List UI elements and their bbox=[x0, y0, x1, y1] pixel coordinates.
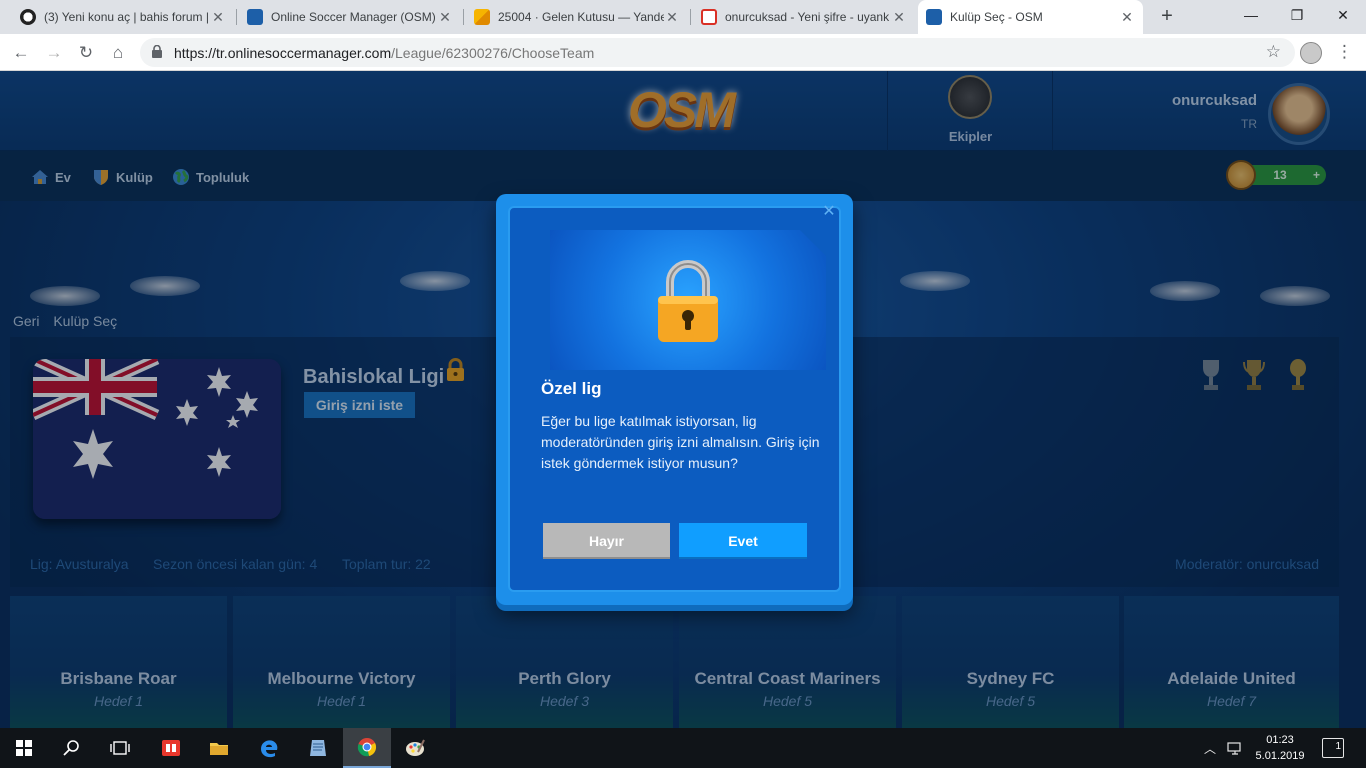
home-icon[interactable]: ⌂ bbox=[106, 41, 130, 65]
search-icon bbox=[63, 740, 79, 756]
back-arrow-icon[interactable]: ← bbox=[9, 41, 33, 65]
close-tab-icon[interactable]: ✕ bbox=[437, 9, 453, 26]
network-icon[interactable] bbox=[1226, 740, 1244, 756]
maximize-icon[interactable]: ❐ bbox=[1274, 0, 1320, 34]
tab-separator bbox=[236, 9, 237, 25]
browser-tab[interactable]: 25004 · Gelen Kutusu — Yande ✕ bbox=[466, 0, 688, 34]
yes-button[interactable]: Evet bbox=[679, 523, 807, 559]
close-tab-icon[interactable]: ✕ bbox=[1119, 9, 1135, 26]
tab-separator bbox=[690, 9, 691, 25]
browser-tab[interactable]: Online Soccer Manager (OSM) ✕ bbox=[239, 0, 461, 34]
modal-message: Eğer bu lige katılmak istiyorsan, lig mo… bbox=[541, 413, 820, 471]
close-tab-icon[interactable]: ✕ bbox=[664, 9, 680, 26]
soccer-ball-icon bbox=[20, 9, 36, 25]
browser-tab[interactable]: onurcuksad - Yeni şifre - uyank ✕ bbox=[693, 0, 915, 34]
taskbar-app[interactable] bbox=[147, 728, 195, 768]
chrome-browser-button[interactable] bbox=[343, 728, 391, 768]
start-button[interactable] bbox=[0, 728, 48, 768]
chrome-icon bbox=[357, 738, 377, 757]
close-tab-icon[interactable]: ✕ bbox=[210, 9, 226, 26]
mail-icon bbox=[474, 9, 490, 25]
close-window-icon[interactable]: ✕ bbox=[1320, 0, 1366, 34]
file-explorer-button[interactable] bbox=[195, 728, 243, 768]
reload-icon[interactable]: ↻ bbox=[74, 41, 98, 65]
edge-icon bbox=[261, 740, 278, 758]
lock-icon bbox=[152, 45, 162, 58]
padlock-icon bbox=[658, 260, 718, 342]
browser-menu-icon[interactable]: ⋮ bbox=[1336, 42, 1353, 62]
profile-avatar[interactable] bbox=[1300, 42, 1322, 64]
task-view-button[interactable] bbox=[96, 728, 144, 768]
banner-corner bbox=[800, 230, 826, 256]
search-button[interactable] bbox=[48, 728, 96, 768]
address-bar[interactable]: https://tr.onlinesoccermanager.com/Leagu… bbox=[140, 38, 1295, 67]
folder-icon bbox=[210, 743, 228, 755]
tray-expand-icon[interactable]: ︿ bbox=[1204, 740, 1216, 757]
task-view-icon bbox=[110, 741, 130, 755]
gmail-icon bbox=[701, 9, 717, 25]
paint-app-button[interactable] bbox=[391, 728, 439, 768]
taskbar-clock[interactable]: 01:23 5.01.2019 bbox=[1250, 732, 1310, 764]
browser-tab-active[interactable]: Kulüp Seç - OSM ✕ bbox=[918, 0, 1143, 34]
paint-palette-icon bbox=[406, 739, 425, 756]
minimize-icon[interactable]: — bbox=[1228, 0, 1274, 34]
close-tab-icon[interactable]: ✕ bbox=[891, 9, 907, 26]
edge-browser-button[interactable] bbox=[245, 728, 293, 768]
new-tab-button[interactable]: + bbox=[1155, 5, 1179, 28]
no-button[interactable]: Hayır bbox=[543, 523, 670, 559]
tab-separator bbox=[463, 9, 464, 25]
bookmark-star-icon[interactable]: ☆ bbox=[1266, 42, 1281, 62]
url-text: https://tr.onlinesoccermanager.com/Leagu… bbox=[174, 45, 595, 61]
modal-banner bbox=[550, 230, 826, 370]
modal-close-icon[interactable]: ✕ bbox=[821, 204, 837, 220]
osm-favicon-icon bbox=[926, 9, 942, 25]
osm-favicon-icon bbox=[247, 9, 263, 25]
windows-logo-icon bbox=[16, 740, 32, 756]
browser-toolbar: ← → ↻ ⌂ https://tr.onlinesoccermanager.c… bbox=[0, 34, 1366, 71]
action-center-icon[interactable]: 1 bbox=[1322, 738, 1344, 758]
red-book-app-icon bbox=[162, 740, 180, 756]
browser-tab-bar: (3) Yeni konu aç | bahis forum | ✕ Onlin… bbox=[0, 0, 1366, 34]
forward-arrow-icon[interactable]: → bbox=[42, 41, 66, 65]
clock-time: 01:23 bbox=[1266, 734, 1294, 746]
modal-title: Özel lig bbox=[541, 379, 602, 398]
windows-taskbar: ︿ 01:23 5.01.2019 1 bbox=[0, 728, 1366, 768]
browser-tab[interactable]: (3) Yeni konu aç | bahis forum | ✕ bbox=[12, 0, 234, 34]
taskbar-app[interactable] bbox=[294, 728, 342, 768]
clock-date: 5.01.2019 bbox=[1255, 750, 1305, 762]
notepad-app-icon bbox=[310, 740, 326, 756]
